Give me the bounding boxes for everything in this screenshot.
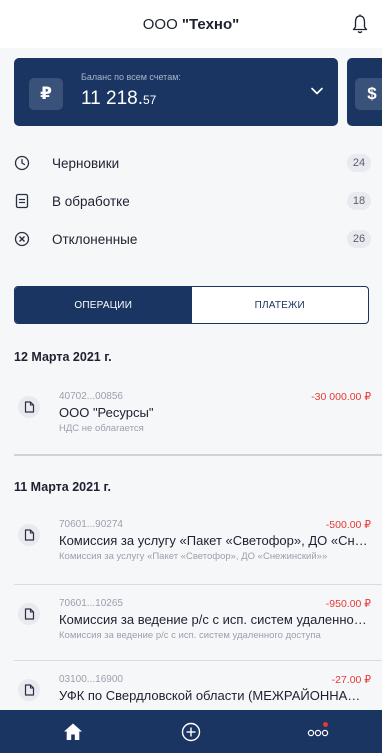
operation-row[interactable]: 03100...16900 -27.00 ₽ УФК по Свердловск… xyxy=(0,667,382,710)
operation-description: Комиссия за услугу «Пакет «Светофор», ДО… xyxy=(59,551,328,562)
segmented-tabs: ОПЕРАЦИИ ПЛАТЕЖИ xyxy=(14,286,369,324)
status-count-badge: 18 xyxy=(347,192,371,210)
operation-amount: -500.00 ₽ xyxy=(325,519,371,531)
notification-dot xyxy=(323,722,328,727)
operation-name: ООО "Ресурсы" xyxy=(59,405,154,420)
document-processing-icon xyxy=(15,193,29,209)
operation-account: 70601...90274 xyxy=(59,519,123,530)
operation-row[interactable]: 40702...00856 -30 000.00 ₽ ООО "Ресурсы"… xyxy=(0,384,382,448)
document-icon xyxy=(18,603,40,625)
company-name: "Техно" xyxy=(181,15,240,33)
main-content[interactable]: ₽ Баланс по всем счетам: 11 218.57 $ Чер… xyxy=(0,48,382,710)
bottom-navigation xyxy=(0,710,382,753)
status-count-badge: 24 xyxy=(347,154,371,172)
balance-cards-carousel[interactable]: ₽ Баланс по всем счетам: 11 218.57 $ xyxy=(0,58,382,126)
operation-name: Комиссия за услугу «Пакет «Светофор», ДО… xyxy=(59,533,369,548)
row-divider xyxy=(14,660,382,661)
balance-card[interactable]: ₽ Баланс по всем счетам: 11 218.57 xyxy=(14,58,338,126)
chevron-down-icon[interactable] xyxy=(310,84,324,98)
operation-amount: -30 000.00 ₽ xyxy=(311,391,371,403)
document-icon xyxy=(18,524,40,546)
tab-payments[interactable]: ПЛАТЕЖИ xyxy=(192,287,369,323)
document-icon xyxy=(18,679,40,701)
operation-description: Комиссия за ведение р/с с исп. систем уд… xyxy=(59,630,321,641)
document-icon xyxy=(18,396,40,418)
row-divider xyxy=(14,584,382,585)
plus-circle-icon xyxy=(181,722,201,741)
operation-name: УФК по Свердловской области (МЕЖРАЙОННАЯ… xyxy=(59,688,369,703)
status-label: Черновики xyxy=(52,155,120,171)
bell-icon[interactable] xyxy=(351,14,369,34)
group-divider xyxy=(14,454,382,456)
balance-amount-frac: 57 xyxy=(142,93,157,107)
operation-name: Комиссия за ведение р/с с исп. систем уд… xyxy=(59,612,369,627)
home-icon xyxy=(64,723,82,740)
ruble-icon: ₽ xyxy=(29,78,63,110)
nav-more[interactable] xyxy=(300,710,336,753)
nav-add[interactable] xyxy=(173,710,209,753)
balance-amount-int: 11 218. xyxy=(81,88,143,109)
company-title[interactable]: ООО "Техно" xyxy=(143,16,240,33)
date-group-header: 11 Марта 2021 г. xyxy=(14,480,111,494)
balance-label: Баланс по всем счетам: xyxy=(81,72,181,82)
dollar-icon: $ xyxy=(355,78,382,110)
status-label: Отклоненные xyxy=(52,231,138,247)
status-row-rejected[interactable]: Отклоненные 26 xyxy=(0,220,382,258)
status-label: В обработке xyxy=(52,193,130,209)
operation-account: 70601...10265 xyxy=(59,598,123,609)
operation-account: 03100...16900 xyxy=(59,674,123,685)
operation-description: НДС не облагается xyxy=(59,423,144,434)
operation-row[interactable]: 70601...10265 -950.00 ₽ Комиссия за веде… xyxy=(0,591,382,655)
tab-operations[interactable]: ОПЕРАЦИИ xyxy=(15,287,192,323)
operation-account: 40702...00856 xyxy=(59,391,123,402)
status-row-processing[interactable]: В обработке 18 xyxy=(0,182,382,220)
clock-icon xyxy=(14,155,30,171)
nav-home[interactable] xyxy=(55,710,91,753)
next-balance-card[interactable]: $ xyxy=(347,58,382,126)
operation-amount: -27.00 ₽ xyxy=(331,674,371,686)
balance-amount: 11 218.57 xyxy=(81,88,156,110)
status-row-drafts[interactable]: Черновики 24 xyxy=(0,144,382,182)
more-icon xyxy=(307,729,329,736)
company-prefix: ООО xyxy=(142,15,182,33)
operation-row[interactable]: 70601...90274 -500.00 ₽ Комиссия за услу… xyxy=(0,512,382,576)
document-status-list: Черновики 24 В обработке 18 Отклоненные … xyxy=(0,144,382,258)
date-group-header: 12 Марта 2021 г. xyxy=(14,350,112,364)
app-header: ООО "Техно" xyxy=(0,0,382,48)
x-circle-icon xyxy=(14,231,30,247)
operation-amount: -950.00 ₽ xyxy=(325,598,371,610)
status-count-badge: 26 xyxy=(347,230,371,248)
